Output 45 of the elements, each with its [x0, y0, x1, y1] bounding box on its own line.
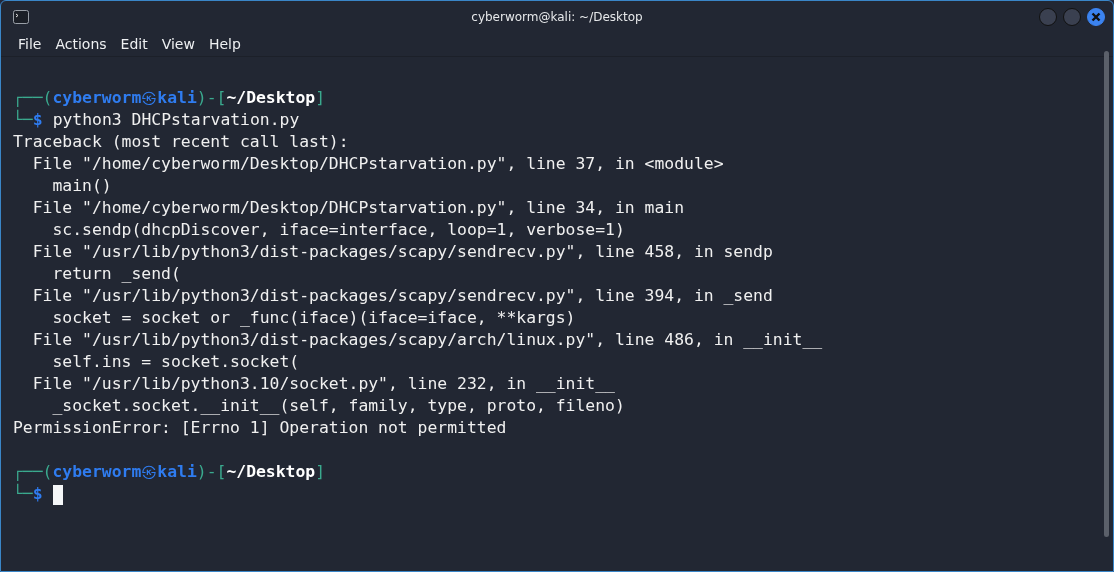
output-line: sc.sendp(dhcpDiscover, iface=interface, loop=1, verbose=1): [51, 220, 625, 239]
command-text: python3 DHCPstarvation.py: [52, 110, 300, 129]
prompt-symbol: $: [32, 110, 43, 129]
prompt-symbol: $: [32, 484, 43, 503]
close-button[interactable]: [1087, 7, 1105, 26]
prompt-at-symbol: ㉿: [141, 462, 158, 481]
prompt-at-symbol: ㉿: [141, 88, 158, 107]
prompt-frame: └─: [13, 110, 33, 129]
output-line: File "/usr/lib/python3/dist-packages/scapy/sendrecv.py", line 394, in _send: [31, 286, 773, 305]
menu-item[interactable]: Help: [201, 36, 248, 52]
window-title: cyberworm@kali: ~/Desktop: [471, 9, 643, 24]
prompt-host: kali: [157, 462, 197, 481]
prompt-frame: )-[: [196, 462, 227, 481]
output-line: main(): [51, 176, 112, 195]
output-line: socket = socket or _func(iface)(iface=iface, **kargs): [51, 308, 576, 327]
prompt-frame: ┌──(: [13, 462, 53, 481]
output-line: File "/usr/lib/python3/dist-packages/scapy/arch/linux.py", line 486, in __init__: [31, 330, 823, 349]
prompt-user: cyberworm: [52, 88, 142, 107]
maximize-button[interactable]: [1063, 7, 1081, 26]
prompt-user: cyberworm: [52, 462, 142, 481]
output-line: File "/usr/lib/python3/dist-packages/scapy/sendrecv.py", line 458, in sendp: [31, 242, 773, 261]
output-line: File "/home/cyberworm/Desktop/DHCPstarvation.py", line 37, in <module>: [31, 154, 724, 173]
prompt-frame: )-[: [196, 88, 227, 107]
prompt-frame: ]: [315, 462, 326, 481]
prompt-frame: ]: [315, 88, 326, 107]
close-icon: [1091, 11, 1101, 22]
prompt-path: ~/Desktop: [226, 462, 316, 481]
prompt-frame: ┌──(: [13, 88, 53, 107]
output-line: return _send(: [51, 264, 181, 283]
prompt-frame: └─: [13, 484, 33, 503]
output-line: PermissionError: [Errno 1] Operation not permitted: [13, 418, 507, 437]
output-line: File "/home/cyberworm/Desktop/DHCPstarvation.py", line 34, in main: [31, 198, 685, 217]
menu-item[interactable]: Actions: [48, 36, 114, 52]
output-line: Traceback (most recent call last):: [13, 132, 349, 151]
output-line: _socket.socket.__init__(self, family, type, proto, fileno): [51, 396, 625, 415]
menu-item[interactable]: File: [11, 36, 49, 52]
output-line: self.ins = socket.socket(: [51, 352, 300, 371]
terminal-icon: [13, 9, 29, 24]
minimize-button[interactable]: [1039, 7, 1057, 26]
menu-item[interactable]: Edit: [113, 36, 155, 52]
scrollbar[interactable]: [1104, 51, 1109, 537]
prompt-path: ~/Desktop: [226, 88, 316, 107]
menu-item[interactable]: View: [154, 36, 202, 52]
prompt-host: kali: [157, 88, 197, 107]
output-line: File "/usr/lib/python3.10/socket.py", line 232, in __init__: [31, 374, 615, 393]
